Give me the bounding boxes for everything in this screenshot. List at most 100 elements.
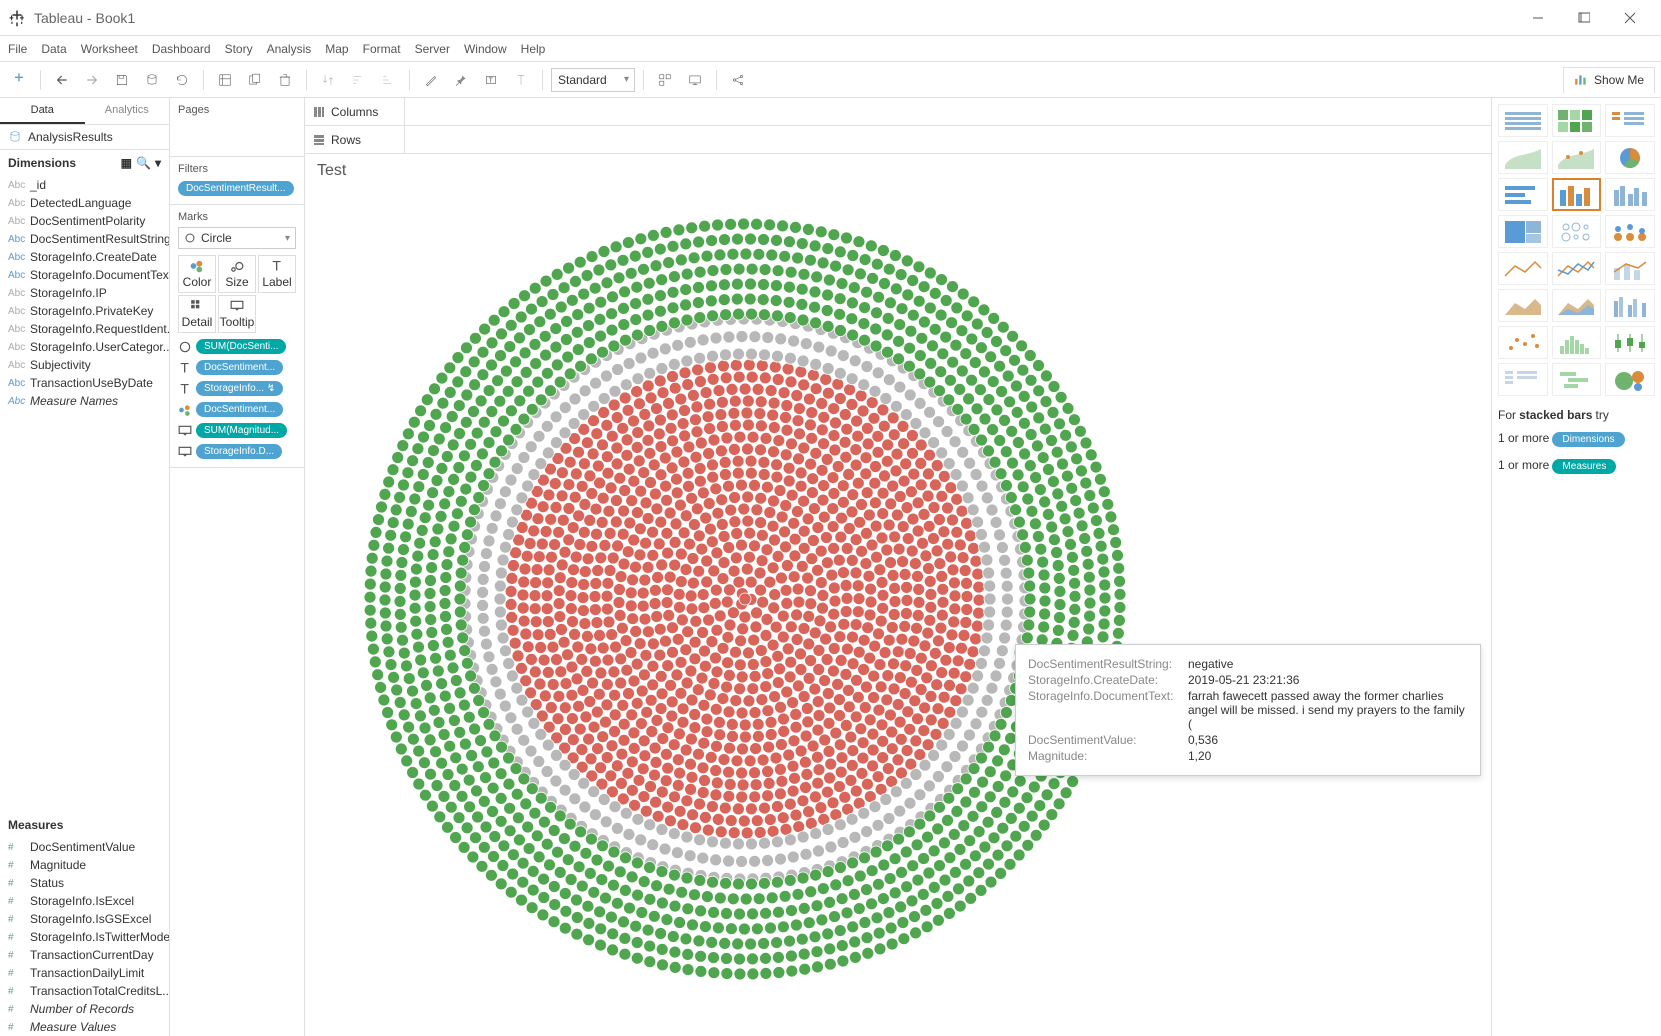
refresh-button[interactable]: [169, 67, 195, 93]
field-item[interactable]: #Number of Records: [0, 1000, 169, 1018]
menu-format[interactable]: Format: [363, 42, 401, 56]
field-item[interactable]: AbcMeasure Names: [0, 392, 169, 410]
showme-bubble[interactable]: [1605, 363, 1655, 396]
showme-hbar[interactable]: [1498, 178, 1548, 211]
showme-map2[interactable]: [1552, 141, 1602, 174]
mark-pill[interactable]: DocSentiment...: [196, 360, 283, 375]
color-card[interactable]: Color: [178, 255, 216, 293]
showme-gantt[interactable]: [1552, 363, 1602, 396]
showme-vbar2[interactable]: [1605, 178, 1655, 211]
showme-sbs[interactable]: [1605, 215, 1655, 248]
close-button[interactable]: [1607, 3, 1653, 33]
sort-desc-button[interactable]: [375, 67, 401, 93]
datasource-row[interactable]: AnalysisResults: [0, 125, 169, 150]
new-worksheet-button[interactable]: [212, 67, 238, 93]
field-item[interactable]: AbcStorageInfo.RequestIdent...: [0, 320, 169, 338]
detail-card[interactable]: Detail: [178, 295, 216, 333]
menu-dashboard[interactable]: Dashboard: [152, 42, 211, 56]
labels-button[interactable]: T: [478, 67, 504, 93]
menu-analysis[interactable]: Analysis: [267, 42, 312, 56]
packed-bubbles-chart[interactable]: [305, 184, 1185, 1014]
tableau-home-icon[interactable]: [6, 67, 32, 93]
viz-canvas[interactable]: Test DocSentimentResultString:negativeSt…: [305, 154, 1491, 1036]
mark-pill[interactable]: SUM(DocSenti...: [196, 339, 286, 354]
showme-heat[interactable]: [1552, 104, 1602, 137]
menu-map[interactable]: Map: [325, 42, 348, 56]
showme-line2[interactable]: [1552, 252, 1602, 285]
field-item[interactable]: #DocSentimentValue: [0, 838, 169, 856]
showme-vbar[interactable]: [1552, 178, 1602, 211]
view-icon[interactable]: ▦: [121, 156, 132, 170]
menu-file[interactable]: File: [8, 42, 27, 56]
minimize-button[interactable]: [1515, 3, 1561, 33]
share-button[interactable]: [725, 67, 751, 93]
showme-hist[interactable]: [1552, 326, 1602, 359]
swap-button[interactable]: [315, 67, 341, 93]
showme-dual[interactable]: [1605, 252, 1655, 285]
new-datasource-button[interactable]: [139, 67, 165, 93]
mark-pill[interactable]: DocSentiment...: [196, 402, 283, 417]
undo-button[interactable]: [49, 67, 75, 93]
presentation-button[interactable]: [682, 67, 708, 93]
show-cards-button[interactable]: [652, 67, 678, 93]
show-me-button[interactable]: Show Me: [1563, 67, 1655, 93]
menu-window[interactable]: Window: [464, 42, 507, 56]
mark-pill[interactable]: SUM(Magnitud...: [196, 423, 287, 438]
menu-server[interactable]: Server: [415, 42, 450, 56]
redo-button[interactable]: [79, 67, 105, 93]
field-item[interactable]: AbcDocSentimentResultString: [0, 230, 169, 248]
showme-area2[interactable]: [1552, 289, 1602, 322]
field-item[interactable]: AbcDetectedLanguage: [0, 194, 169, 212]
field-item[interactable]: AbcStorageInfo.PrivateKey: [0, 302, 169, 320]
menu-help[interactable]: Help: [521, 42, 546, 56]
field-item[interactable]: #StorageInfo.IsGSExcel: [0, 910, 169, 928]
field-item[interactable]: #TransactionTotalCreditsL...: [0, 982, 169, 1000]
menu-worksheet[interactable]: Worksheet: [81, 42, 138, 56]
showme-circ[interactable]: [1552, 215, 1602, 248]
showme-area[interactable]: [1498, 289, 1548, 322]
maximize-button[interactable]: [1561, 3, 1607, 33]
field-item[interactable]: #StorageInfo.IsExcel: [0, 892, 169, 910]
field-item[interactable]: AbcStorageInfo.CreateDate: [0, 248, 169, 266]
mark-pill[interactable]: StorageInfo.D...: [196, 444, 282, 459]
fit-select[interactable]: Standard: [551, 68, 635, 92]
showme-text2[interactable]: [1605, 104, 1655, 137]
field-item[interactable]: AbcStorageInfo.DocumentText: [0, 266, 169, 284]
sort-asc-button[interactable]: [345, 67, 371, 93]
size-card[interactable]: Size: [218, 255, 256, 293]
analytics-tab[interactable]: Analytics: [85, 98, 170, 124]
field-item[interactable]: #StorageInfo.IsTwitterMode: [0, 928, 169, 946]
save-button[interactable]: [109, 67, 135, 93]
showme-box[interactable]: [1605, 326, 1655, 359]
clear-button[interactable]: [272, 67, 298, 93]
field-item[interactable]: #Status: [0, 874, 169, 892]
menu-story[interactable]: Story: [225, 42, 253, 56]
field-item[interactable]: AbcStorageInfo.UserCategor...: [0, 338, 169, 356]
menu-icon[interactable]: ▾: [155, 156, 161, 170]
field-item[interactable]: #Magnitude: [0, 856, 169, 874]
search-icon[interactable]: 🔍: [136, 156, 151, 170]
highlight-button[interactable]: [418, 67, 444, 93]
showme-pie[interactable]: [1605, 141, 1655, 174]
showme-vbar3[interactable]: [1605, 289, 1655, 322]
showme-map[interactable]: [1498, 141, 1548, 174]
showme-line[interactable]: [1498, 252, 1548, 285]
pages-card[interactable]: Pages: [170, 98, 304, 157]
field-item[interactable]: AbcStorageInfo.IP: [0, 284, 169, 302]
rows-shelf[interactable]: Rows: [305, 126, 1491, 154]
label-card[interactable]: TLabel: [258, 255, 296, 293]
field-item[interactable]: Abc_id: [0, 176, 169, 194]
field-item[interactable]: #TransactionCurrentDay: [0, 946, 169, 964]
showme-scat[interactable]: [1498, 326, 1548, 359]
filter-pill[interactable]: DocSentimentResult...: [178, 181, 294, 196]
showme-table[interactable]: [1498, 104, 1548, 137]
mark-type-select[interactable]: Circle: [178, 227, 296, 249]
duplicate-button[interactable]: [242, 67, 268, 93]
mark-pill[interactable]: StorageInfo... ↯: [196, 381, 283, 396]
tooltip-card[interactable]: Tooltip: [218, 295, 256, 333]
showme-tree[interactable]: [1498, 215, 1548, 248]
field-item[interactable]: AbcDocSentimentPolarity: [0, 212, 169, 230]
data-tab[interactable]: Data: [0, 98, 85, 124]
field-item[interactable]: #Measure Values: [0, 1018, 169, 1036]
menu-data[interactable]: Data: [41, 42, 66, 56]
